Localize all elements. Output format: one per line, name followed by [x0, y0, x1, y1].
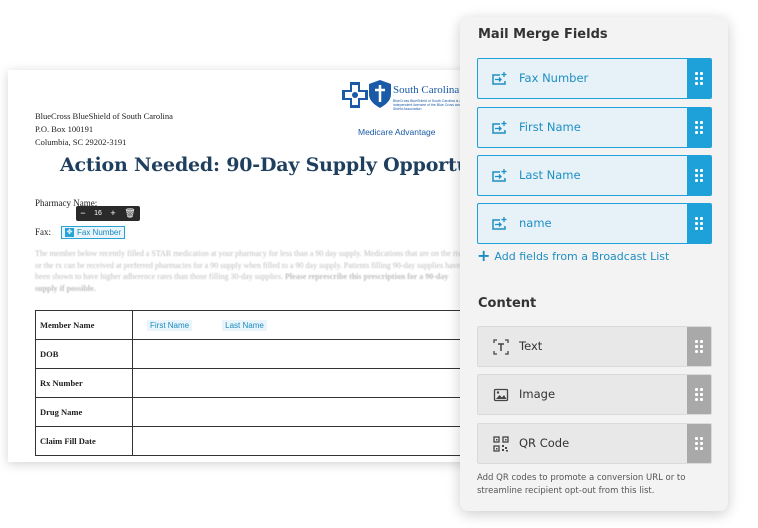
drag-handle-icon[interactable]: [687, 424, 711, 463]
content-block-label: QR Code: [519, 436, 570, 450]
drag-handle-icon[interactable]: [687, 108, 711, 147]
drag-handle-icon[interactable]: [687, 375, 711, 414]
increase-size-button[interactable]: +: [110, 206, 115, 221]
return-address: BlueCross BlueShield of South Carolina P…: [35, 110, 173, 149]
fax-chip-label: Fax Number: [77, 228, 122, 237]
drag-handle-icon[interactable]: [687, 59, 711, 98]
mail-merge-title: Mail Merge Fields: [478, 27, 608, 42]
text-icon: [493, 339, 509, 355]
address-line-2: P.O. Box 100191: [35, 124, 94, 134]
field-insert-icon: [492, 217, 507, 230]
drag-handle-icon[interactable]: [687, 156, 711, 195]
merge-field-fax-number[interactable]: Fax Number: [477, 58, 712, 99]
merge-field-first-name[interactable]: First Name: [477, 107, 712, 148]
merge-field-label: name: [519, 216, 552, 230]
font-size-toolbar: − 16 + 🗑: [76, 206, 140, 221]
blue-cross-icon: [342, 82, 368, 108]
content-block-text[interactable]: Text: [477, 326, 712, 367]
drag-handle-icon[interactable]: [687, 327, 711, 366]
table-row-label: Drug Name: [35, 397, 133, 427]
address-line-3: Columbia, SC 29202-3191: [35, 137, 127, 147]
member-info-table: Member Name First Name Last Name DOB Rx N…: [35, 310, 475, 456]
content-block-label: Text: [519, 339, 543, 353]
qr-code-icon: [493, 436, 509, 452]
logo-brand-text: South Carolina: [393, 84, 460, 96]
side-panel: Mail Merge Fields Fax Number First Name …: [460, 17, 728, 511]
content-block-image[interactable]: Image: [477, 374, 712, 415]
table-row-value[interactable]: [132, 339, 475, 369]
drag-handle-icon[interactable]: [687, 204, 711, 243]
add-fields-label: Add fields from a Broadcast List: [494, 249, 670, 263]
table-row-label: Claim Fill Date: [35, 426, 133, 456]
merge-field-label: Fax Number: [519, 71, 589, 85]
table-row-label: Member Name: [35, 310, 133, 340]
merge-field-last-name[interactable]: Last Name: [477, 155, 712, 196]
field-insert-icon: [492, 72, 507, 85]
table-row: Member Name First Name Last Name: [35, 310, 475, 340]
field-insert-icon: [492, 121, 507, 134]
merge-field-label: First Name: [519, 120, 581, 134]
table-row-value[interactable]: First Name Last Name: [132, 310, 475, 340]
table-row-label: Rx Number: [35, 368, 133, 398]
table-row-value[interactable]: [132, 426, 475, 456]
move-icon[interactable]: ✥: [65, 228, 74, 237]
bcbs-logo: South Carolina BlueCross BlueShield of S…: [342, 80, 478, 140]
blue-shield-icon: [369, 80, 391, 108]
delete-icon[interactable]: 🗑: [124, 206, 135, 221]
medicare-advantage-text: Medicare Advantage: [358, 127, 436, 137]
fax-number-merge-chip[interactable]: ✥ Fax Number: [61, 226, 126, 239]
content-block-qr-code[interactable]: QR Code: [477, 423, 712, 464]
document-canvas[interactable]: BlueCross BlueShield of South Carolina P…: [8, 70, 478, 462]
table-row: Claim Fill Date: [35, 426, 475, 456]
field-insert-icon: [492, 169, 507, 182]
document-title[interactable]: Action Needed: 90-Day Supply Opportunity: [60, 154, 478, 176]
content-block-label: Image: [519, 387, 556, 401]
table-row-value[interactable]: [132, 368, 475, 398]
table-row: Drug Name: [35, 397, 475, 427]
table-row-label: DOB: [35, 339, 133, 369]
last-name-merge-chip[interactable]: Last Name: [222, 319, 267, 331]
content-title: Content: [478, 296, 537, 311]
qr-code-hint: Add QR codes to promote a conversion URL…: [477, 473, 686, 496]
first-name-merge-chip[interactable]: First Name: [147, 319, 193, 331]
table-row-value[interactable]: [132, 397, 475, 427]
merge-field-name[interactable]: name: [477, 203, 712, 244]
merge-field-label: Last Name: [519, 168, 581, 182]
table-row: Rx Number: [35, 368, 475, 398]
decrease-size-button[interactable]: −: [80, 206, 85, 221]
font-size-value: 16: [94, 210, 102, 217]
fax-label: Fax:: [35, 227, 52, 237]
image-icon: [493, 388, 509, 402]
plus-icon: +: [477, 246, 491, 265]
body-paragraph[interactable]: The member below recently filled a STAR …: [35, 248, 465, 294]
add-fields-link[interactable]: + Add fields from a Broadcast List: [477, 246, 670, 265]
address-line-1: BlueCross BlueShield of South Carolina: [35, 111, 173, 121]
table-row: DOB: [35, 339, 475, 369]
